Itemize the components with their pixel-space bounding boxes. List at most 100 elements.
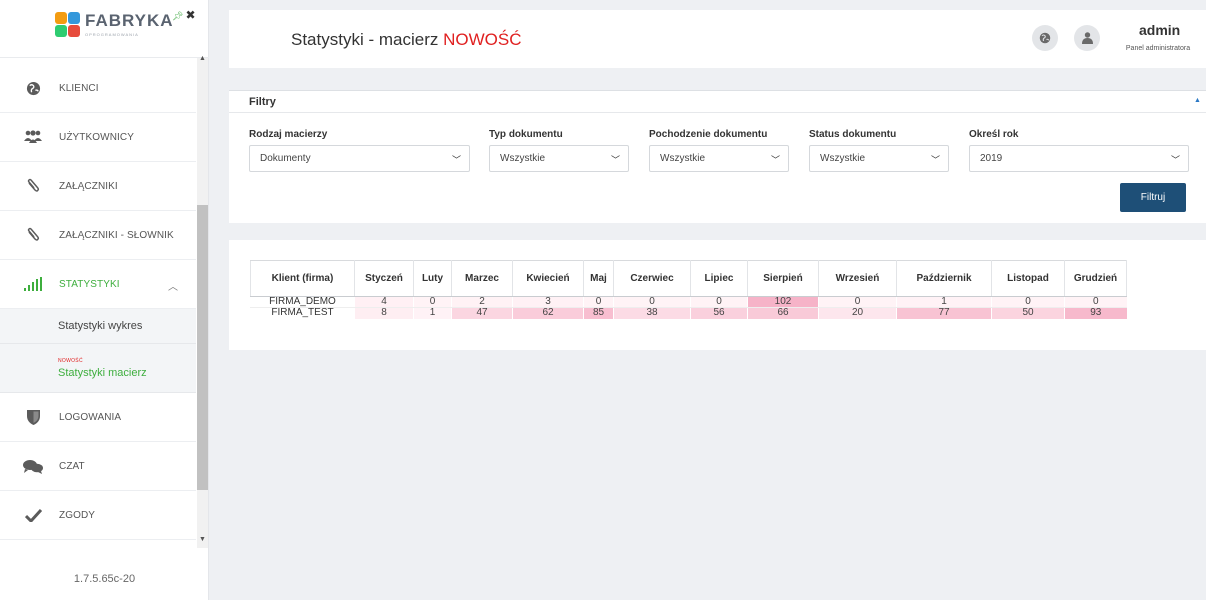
column-header-client[interactable]: Klient (firma) (250, 260, 355, 297)
scroll-down-arrow-icon[interactable]: ▼ (199, 536, 206, 543)
column-header-month[interactable]: Listopad (991, 260, 1065, 297)
column-header-month[interactable]: Październik (896, 260, 992, 297)
page-title-badge: NOWOŚĆ (443, 30, 522, 49)
sidebar-item-label: ZGODY (59, 509, 96, 521)
value-cell: 85 (583, 307, 614, 319)
value-cell: 3 (512, 296, 584, 308)
column-header-month[interactable]: Czerwiec (613, 260, 691, 297)
value-cell: 102 (747, 296, 819, 308)
column-header-month[interactable]: Sierpień (747, 260, 819, 297)
close-icon[interactable]: ✖ (185, 8, 195, 22)
sidebar-item-klienci[interactable]: KLIENCI (0, 64, 196, 113)
value-cell: 56 (690, 307, 748, 319)
globe-icon (1039, 32, 1051, 44)
chevron-down-icon: ﹀ (610, 155, 620, 165)
value-cell: 2 (451, 296, 513, 308)
scroll-up-arrow-icon[interactable]: ▲ (199, 55, 206, 62)
sidebar: FABRYKA OPROGRAMOWANIA 📌︎ ✖ ▲ ▼ KLIENCI U… (0, 0, 209, 600)
client-cell: FIRMA_TEST (250, 307, 355, 319)
value-cell: 0 (613, 296, 691, 308)
sidebar-item-zalaczniki[interactable]: ZAŁĄCZNIKI (0, 162, 196, 211)
column-header-month[interactable]: Marzec (451, 260, 513, 297)
column-header-month[interactable]: Grudzień (1064, 260, 1127, 297)
language-button[interactable] (1032, 25, 1058, 51)
new-badge: NOWOŚĆ (58, 357, 83, 364)
filters-title: Filtry (249, 96, 276, 108)
chevron-down-icon: ﹀ (1170, 155, 1180, 165)
value-cell: 38 (613, 307, 691, 319)
value-cell: 4 (354, 296, 414, 308)
value-cell: 47 (451, 307, 513, 319)
column-header-month[interactable]: Lipiec (690, 260, 748, 297)
value-cell: 8 (354, 307, 414, 319)
value-cell: 66 (747, 307, 819, 319)
logo-subtext: OPROGRAMOWANIA (85, 32, 139, 37)
app-version: 1.7.5.65c-20 (73, 573, 136, 585)
client-cell: FIRMA_DEMO (250, 296, 355, 308)
chevron-down-icon: ﹀ (930, 155, 940, 165)
check-icon (22, 508, 44, 522)
user-role: Panel administratora (1125, 45, 1191, 52)
sidebar-subitem-statystyki-wykres[interactable]: Statystyki wykres (0, 309, 196, 344)
sidebar-item-label: ZAŁĄCZNIKI (59, 180, 118, 192)
matrix-type-select[interactable]: Dokumenty ﹀ (249, 145, 470, 172)
filters-header: Filtry ▲ (229, 91, 1206, 113)
column-header-month[interactable]: Styczeń (354, 260, 414, 297)
document-status-value: Wszystkie (820, 153, 865, 164)
sidebar-scrollbar-thumb[interactable] (197, 205, 208, 490)
sidebar-item-zalaczniki-slownik[interactable]: ZAŁĄCZNIKI - SŁOWNIK (0, 211, 196, 260)
value-cell: 0 (1064, 296, 1127, 308)
globe-icon (22, 81, 44, 96)
sidebar-controls: 📌︎ ✖ (172, 8, 196, 22)
sidebar-item-czat[interactable]: CZAT (0, 442, 196, 491)
sidebar-item-label: ZAŁĄCZNIKI - SŁOWNIK (59, 229, 174, 241)
pin-icon[interactable]: 📌︎ (172, 11, 183, 21)
logo[interactable]: FABRYKA OPROGRAMOWANIA (55, 12, 174, 38)
year-select[interactable]: 2019 ﹀ (969, 145, 1189, 172)
collapse-up-icon[interactable]: ▲ (1194, 97, 1201, 104)
sidebar-item-logowania[interactable]: LOGOWANIA (0, 393, 196, 442)
column-header-month[interactable]: Kwiecień (512, 260, 584, 297)
document-status-label: Status dokumentu (809, 129, 897, 140)
table-row: FIRMA_TEST 8 1 47 62 85 38 56 66 20 77 5… (250, 307, 1127, 319)
sidebar-subitem-statystyki-macierz[interactable]: NOWOŚĆ Statystyki macierz (0, 344, 196, 393)
column-header-month[interactable]: Luty (413, 260, 452, 297)
document-origin-select[interactable]: Wszystkie ﹀ (649, 145, 789, 172)
column-header-month[interactable]: Wrzesień (818, 260, 897, 297)
sidebar-subitem-label: Statystyki macierz (58, 366, 147, 379)
column-header-month[interactable]: Maj (583, 260, 614, 297)
document-type-label: Typ dokumentu (489, 129, 563, 140)
document-status-select[interactable]: Wszystkie ﹀ (809, 145, 949, 172)
value-cell: 77 (896, 307, 992, 319)
value-cell: 20 (818, 307, 897, 319)
shield-icon (22, 409, 44, 425)
sidebar-item-statystyki[interactable]: STATYSTYKI ︿ (0, 260, 196, 309)
page-title-text: Statystyki - macierz (291, 30, 439, 49)
paperclip-icon (22, 227, 44, 243)
page-header: Statystyki - macierz NOWOŚĆ admin Panel … (229, 10, 1206, 68)
sidebar-item-label: LOGOWANIA (59, 411, 122, 423)
sidebar-item-label: UŻYTKOWNICY (59, 131, 134, 143)
sidebar-item-uzytkownicy[interactable]: UŻYTKOWNICY (0, 113, 196, 162)
sidebar-subitem-label: Statystyki wykres (58, 320, 143, 332)
chevron-down-icon: ﹀ (451, 155, 461, 165)
sidebar-item-zgody[interactable]: ZGODY (0, 491, 196, 540)
user-profile-button[interactable] (1074, 25, 1100, 51)
value-cell: 0 (818, 296, 897, 308)
user-icon (1081, 32, 1093, 44)
bar-chart-icon (22, 277, 44, 291)
chat-icon (22, 459, 44, 474)
chevron-up-icon: ︿ (168, 282, 178, 293)
user-name[interactable]: admin (1139, 22, 1180, 38)
matrix-header-row: Klient (firma) Styczeń Luty Marzec Kwiec… (250, 260, 1127, 297)
filters-panel: Filtry ▲ Rodzaj macierzy Dokumenty ﹀ Typ… (229, 90, 1206, 223)
matrix-type-label: Rodzaj macierzy (249, 129, 328, 140)
document-type-value: Wszystkie (500, 153, 545, 164)
year-value: 2019 (980, 153, 1003, 164)
page-title: Statystyki - macierz NOWOŚĆ (291, 30, 521, 50)
value-cell: 0 (690, 296, 748, 308)
filter-button[interactable]: Filtruj (1120, 183, 1186, 212)
value-cell: 0 (583, 296, 614, 308)
document-type-select[interactable]: Wszystkie ﹀ (489, 145, 629, 172)
document-origin-label: Pochodzenie dokumentu (649, 129, 768, 140)
